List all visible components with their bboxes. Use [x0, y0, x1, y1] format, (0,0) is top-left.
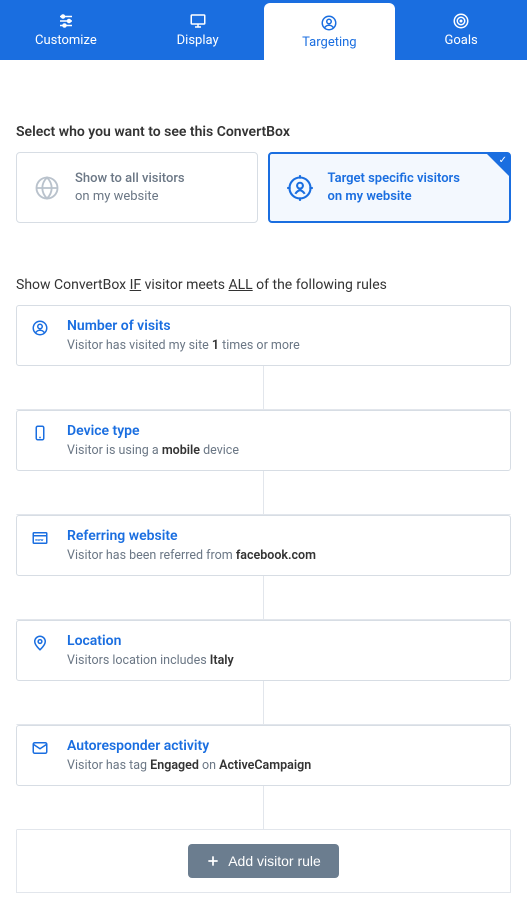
audience-specific-text: Target specific visitors on my website — [328, 170, 460, 205]
rule-connector — [16, 366, 511, 410]
plus-icon — [206, 854, 220, 868]
sliders-icon — [57, 12, 75, 30]
rule-device-type[interactable]: Device type Visitor is using a mobile de… — [16, 410, 511, 471]
svg-text:www: www — [35, 538, 44, 542]
add-visitor-rule-button[interactable]: Add visitor rule — [188, 844, 339, 878]
add-rule-row: Add visitor rule — [16, 830, 511, 893]
tab-display[interactable]: Display — [132, 0, 264, 60]
rule-title: Autoresponder activity — [67, 738, 496, 754]
audience-heading: Select who you want to see this ConvertB… — [16, 124, 511, 140]
rule-connector — [16, 576, 511, 620]
tab-goals[interactable]: Goals — [395, 0, 527, 60]
tab-customize[interactable]: Customize — [0, 0, 132, 60]
check-icon — [487, 154, 509, 176]
rule-referring-website[interactable]: www Referring website Visitor has been r… — [16, 515, 511, 576]
audience-all-visitors[interactable]: Show to all visitors on my website — [16, 152, 258, 223]
rule-title: Referring website — [67, 528, 496, 544]
mobile-icon — [31, 424, 49, 442]
top-tabs: Customize Display Targeting Goals — [0, 0, 527, 60]
monitor-icon — [189, 12, 207, 30]
audience-options: Show to all visitors on my website Targe… — [16, 152, 511, 223]
rule-autoresponder-activity[interactable]: Autoresponder activity Visitor has tag E… — [16, 725, 511, 786]
user-target-icon — [320, 14, 338, 32]
browser-icon: www — [31, 529, 49, 547]
rule-location[interactable]: Location Visitors location includes Ital… — [16, 620, 511, 681]
rule-description: Visitor is using a mobile device — [67, 443, 496, 458]
rule-title: Number of visits — [67, 318, 496, 334]
audience-all-text: Show to all visitors on my website — [75, 170, 185, 205]
rule-connector — [16, 786, 511, 830]
rule-title: Location — [67, 633, 496, 649]
rule-connector — [16, 681, 511, 725]
rule-title: Device type — [67, 423, 496, 439]
audience-specific-visitors[interactable]: Target specific visitors on my website — [268, 152, 512, 223]
pin-icon — [31, 634, 49, 652]
tab-targeting[interactable]: Targeting — [264, 3, 396, 60]
rule-description: Visitor has visited my site 1 times or m… — [67, 338, 496, 353]
rule-number-of-visits[interactable]: Number of visits Visitor has visited my … — [16, 305, 511, 366]
rule-description: Visitor has been referred from facebook.… — [67, 548, 496, 563]
rule-connector — [16, 471, 511, 515]
rule-description: Visitors location includes Italy — [67, 653, 496, 668]
rules-heading: Show ConvertBox IF visitor meets ALL of … — [16, 277, 511, 293]
tab-label: Goals — [445, 33, 478, 48]
tab-label: Display — [177, 33, 219, 48]
crosshair-user-icon — [286, 174, 314, 202]
rule-description: Visitor has tag Engaged on ActiveCampaig… — [67, 758, 496, 773]
add-rule-label: Add visitor rule — [228, 853, 321, 869]
mail-icon — [31, 739, 49, 757]
tab-label: Customize — [35, 33, 97, 48]
user-circle-icon — [31, 319, 49, 337]
target-icon — [452, 12, 470, 30]
tab-label: Targeting — [302, 35, 356, 50]
globe-icon — [33, 174, 61, 202]
